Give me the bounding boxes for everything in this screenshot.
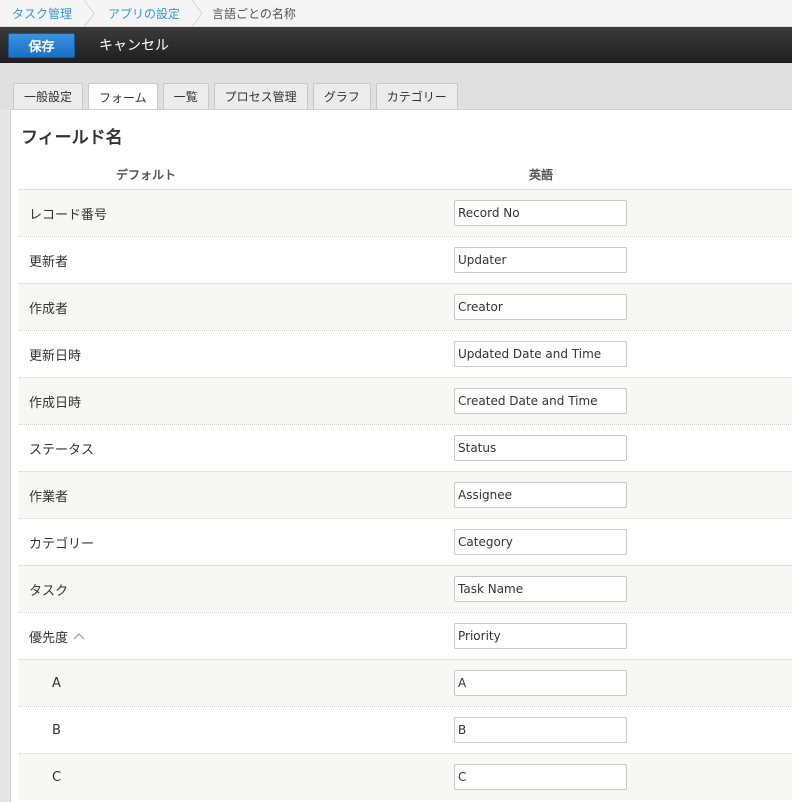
english-name-input[interactable]	[454, 764, 627, 790]
toolbar: 保存 キャンセル	[0, 27, 792, 63]
field-label: 更新者	[29, 254, 69, 270]
tab-general[interactable]: 一般設定	[13, 83, 84, 109]
breadcrumb-link-task-app[interactable]: タスク管理	[12, 5, 72, 22]
field-label: カテゴリー	[29, 536, 95, 552]
field-label: 作業者	[29, 489, 69, 505]
option-label: A	[52, 675, 61, 691]
list-item: 更新者	[19, 236, 792, 283]
field-label-priority[interactable]: 優先度	[29, 627, 85, 646]
english-name-input[interactable]	[454, 435, 627, 461]
english-name-input[interactable]	[454, 482, 627, 508]
breadcrumb-separator-icon	[83, 0, 95, 27]
option-label: B	[52, 722, 61, 738]
field-names-panel: フィールド名 デフォルト 英語 レコード番号 更新者 作成者 更新日時 作成日時…	[10, 109, 792, 802]
field-label: 作成日時	[29, 395, 82, 411]
tab-form[interactable]: フォーム	[88, 83, 158, 110]
tab-category[interactable]: カテゴリー	[375, 83, 458, 109]
breadcrumb-link-app-settings[interactable]: アプリの設定	[108, 5, 180, 22]
tab-process[interactable]: プロセス管理	[213, 83, 308, 109]
list-item: カテゴリー	[19, 518, 792, 565]
english-name-input[interactable]	[454, 247, 627, 273]
list-item-option: A	[19, 659, 792, 706]
column-header-default: デフォルト	[116, 168, 177, 182]
cancel-button[interactable]: キャンセル	[99, 35, 169, 55]
panel-title: フィールド名	[21, 128, 123, 148]
field-label: タスク	[29, 583, 69, 599]
field-label-text: 優先度	[29, 630, 69, 646]
english-name-input[interactable]	[454, 670, 627, 696]
english-name-input[interactable]	[454, 294, 627, 320]
breadcrumb-item-task-app[interactable]: タスク管理	[0, 0, 96, 27]
column-header-english: 英語	[529, 168, 554, 182]
english-name-input[interactable]	[454, 576, 627, 602]
english-name-input[interactable]	[454, 388, 627, 414]
english-name-input[interactable]	[454, 717, 627, 743]
list-item: レコード番号	[19, 189, 792, 236]
breadcrumb-separator-icon	[191, 0, 203, 27]
english-name-input[interactable]	[454, 200, 627, 226]
save-button[interactable]: 保存	[8, 32, 75, 58]
option-label: C	[52, 769, 62, 785]
field-label: 更新日時	[29, 348, 82, 364]
field-label: レコード番号	[29, 207, 108, 223]
breadcrumb-item-app-settings[interactable]: アプリの設定	[96, 0, 204, 27]
chevron-up-icon[interactable]	[73, 632, 85, 640]
english-name-input[interactable]	[454, 341, 627, 367]
english-name-input[interactable]	[454, 623, 627, 649]
field-name-list: レコード番号 更新者 作成者 更新日時 作成日時 ステータス 作業者 カテゴリ	[19, 189, 792, 800]
list-item-priority: 優先度	[19, 612, 792, 659]
breadcrumb: タスク管理 アプリの設定 言語ごとの名称	[0, 0, 792, 27]
list-item-option: B	[19, 706, 792, 753]
english-name-input[interactable]	[454, 529, 627, 555]
field-label: 作成者	[29, 301, 69, 317]
list-item: タスク	[19, 565, 792, 612]
list-item: 更新日時	[19, 330, 792, 377]
tab-bar: 一般設定 フォーム 一覧 プロセス管理 グラフ カテゴリー	[0, 63, 792, 110]
list-item-option: C	[19, 753, 792, 800]
list-item: 作成者	[19, 283, 792, 330]
tab-graph[interactable]: グラフ	[312, 83, 371, 109]
list-item: 作成日時	[19, 377, 792, 424]
breadcrumb-current: 言語ごとの名称	[212, 6, 296, 21]
list-item: ステータス	[19, 424, 792, 471]
field-label: ステータス	[29, 442, 95, 458]
tab-list[interactable]: 一覧	[162, 83, 209, 109]
list-item: 作業者	[19, 471, 792, 518]
